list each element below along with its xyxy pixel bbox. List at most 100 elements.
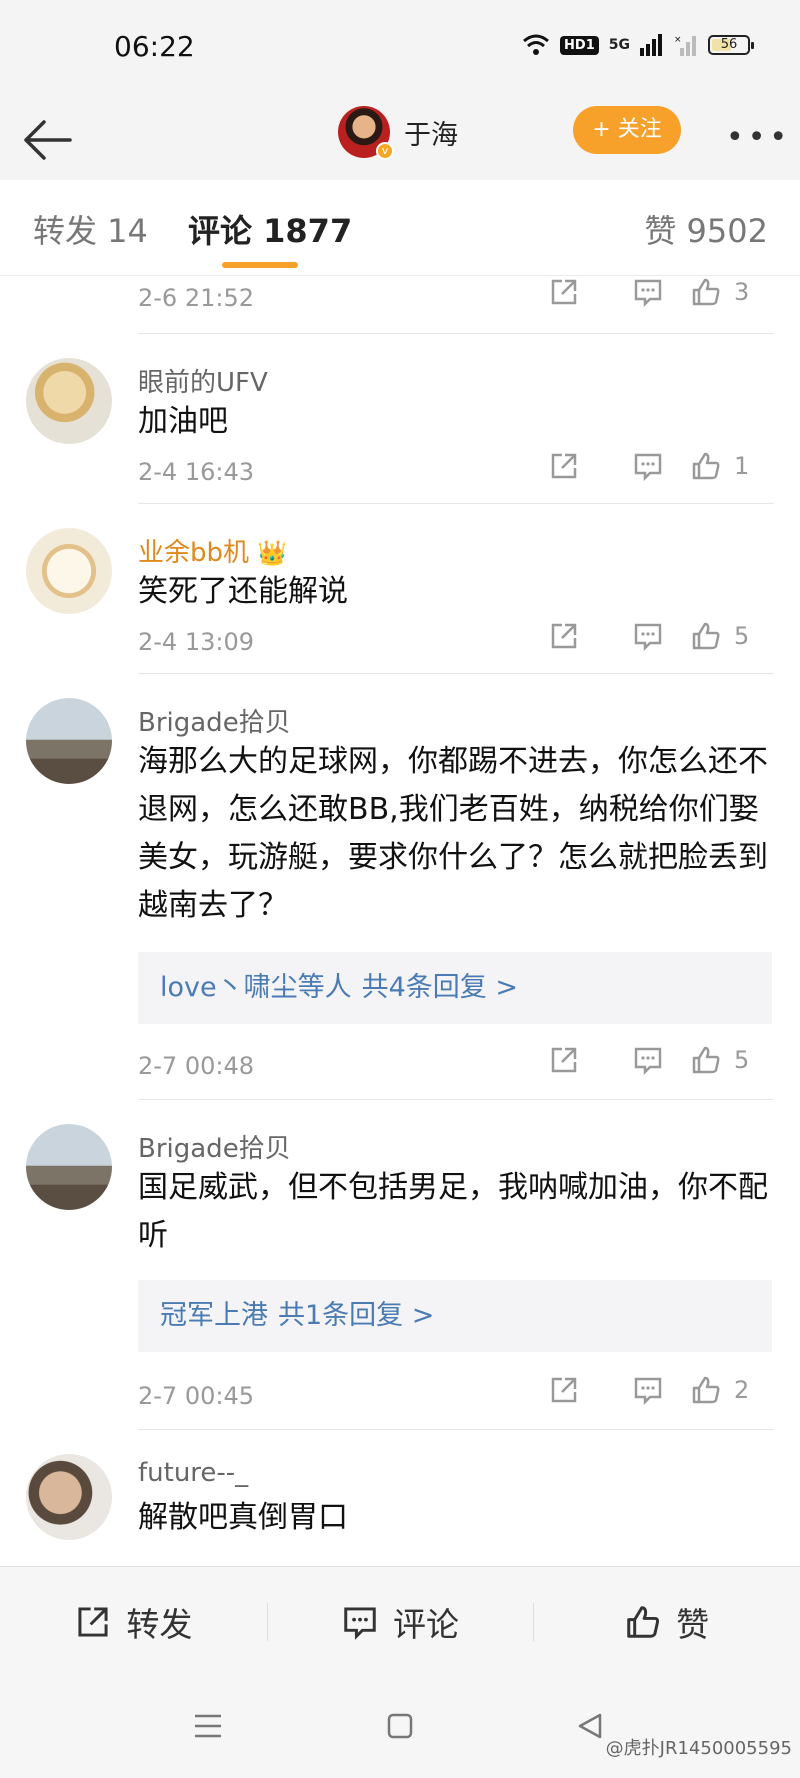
follow-button[interactable]: + 关注 xyxy=(573,106,681,154)
like-post-button[interactable]: 赞 xyxy=(533,1567,800,1676)
reply-button[interactable] xyxy=(606,620,690,652)
forward-button[interactable] xyxy=(522,450,606,482)
like-count: 3 xyxy=(734,278,750,306)
status-icons: HD1 5G × 56 xyxy=(522,34,754,56)
list-item: 业余bb机 👑 笑死了还能解说 2-4 13:09 5 xyxy=(0,504,800,674)
comment-list[interactable]: 2-6 21:52 3 眼前的UFV 加油吧 2-4 16:43 1 业余bb机… xyxy=(0,276,800,1566)
home-button[interactable] xyxy=(380,1706,420,1746)
system-nav-bar: @虎扑JR1450005595 xyxy=(0,1676,800,1778)
thumbs-up-icon xyxy=(692,1376,720,1404)
square-icon xyxy=(387,1713,413,1739)
like-button[interactable]: 3 xyxy=(690,276,774,308)
comment-author[interactable]: 眼前的UFV xyxy=(138,362,268,399)
forward-button[interactable] xyxy=(522,620,606,652)
comment-text: 国足威武，但不包括男足，我呐喊加油，你不配听 xyxy=(138,1170,768,1253)
like-count: 5 xyxy=(734,1046,750,1074)
thumbs-up-icon xyxy=(692,452,720,480)
comment-text: 解散吧真倒胃口 xyxy=(138,1500,348,1535)
reply-count: 共4条回复 > xyxy=(361,972,519,1003)
forward-button[interactable] xyxy=(522,1044,606,1076)
forward-button[interactable] xyxy=(522,1374,606,1406)
comment-icon xyxy=(634,623,662,652)
watermark: @虎扑JR1450005595 xyxy=(605,1738,792,1759)
reply-button[interactable] xyxy=(606,1044,690,1076)
comment-text: 笑死了还能解说 xyxy=(138,574,348,609)
forward-button[interactable] xyxy=(522,276,606,308)
comment-icon xyxy=(634,279,662,308)
battery-indicator: 56 xyxy=(708,35,754,55)
arrow-left-icon xyxy=(24,120,72,160)
menu-icon xyxy=(195,1714,221,1738)
menu-button[interactable] xyxy=(188,1706,228,1746)
like-button[interactable]: 2 xyxy=(690,1374,774,1406)
reply-names: love丶啸尘等人 xyxy=(160,972,352,1003)
thumbs-up-icon xyxy=(627,1605,660,1638)
post-header: v 于海 + 关注 ••• xyxy=(0,100,800,180)
comment-author[interactable]: Brigade拾贝 xyxy=(138,702,291,739)
reply-button[interactable] xyxy=(606,1374,690,1406)
like-button[interactable]: 1 xyxy=(690,450,774,482)
avatar[interactable] xyxy=(26,1454,112,1540)
reply-count: 共1条回复 > xyxy=(278,1300,435,1331)
avatar[interactable]: v xyxy=(338,106,394,160)
reply-names: 冠军上港 xyxy=(160,1300,268,1331)
tab-bar: 转发 14 评论 1877 赞 9502 xyxy=(0,180,800,276)
like-count: 1 xyxy=(734,452,750,480)
comment-label: 评论 xyxy=(393,1604,459,1644)
list-item: Brigade拾贝 海那么大的足球网，你都踢不进去，你怎么还不退网，怎么还敢BB… xyxy=(0,674,800,1100)
svg-text:×: × xyxy=(674,35,682,45)
thumbs-up-icon xyxy=(692,278,720,306)
forward-post-button[interactable]: 转发 xyxy=(0,1567,267,1676)
comment-time: 2-7 00:48 xyxy=(138,1052,254,1080)
share-icon xyxy=(551,1047,577,1073)
like-button[interactable]: 5 xyxy=(690,620,774,652)
comment-time: 2-4 13:09 xyxy=(138,628,254,656)
list-item: Brigade拾贝 国足威武，但不包括男足，我呐喊加油，你不配听 冠军上港 共1条… xyxy=(0,1100,800,1430)
comment-icon xyxy=(634,1377,662,1406)
comment-time: 2-6 21:52 xyxy=(138,284,254,312)
comment-icon xyxy=(344,1606,376,1640)
thumbs-up-icon xyxy=(692,622,720,650)
tab-indicator xyxy=(222,262,298,268)
status-time: 06:22 xyxy=(114,30,195,63)
back-button[interactable] xyxy=(18,110,78,170)
hd-badge: HD1 xyxy=(560,35,599,55)
avatar[interactable] xyxy=(26,358,112,444)
reply-button[interactable] xyxy=(606,276,690,308)
comment-author[interactable]: 业余bb机 👑 xyxy=(138,532,287,569)
signal-2-icon: × xyxy=(674,35,696,56)
verified-badge-icon: v xyxy=(376,142,394,160)
comment-icon xyxy=(634,1047,662,1076)
share-icon xyxy=(551,623,577,649)
tab-comments[interactable]: 评论 1877 xyxy=(188,206,352,252)
reply-button[interactable] xyxy=(606,450,690,482)
avatar[interactable] xyxy=(26,698,112,784)
signal-icon xyxy=(640,34,662,56)
reply-preview[interactable]: love丶啸尘等人 共4条回复 > xyxy=(138,952,772,1024)
comment-text: 海那么大的足球网，你都踢不进去，你怎么还不退网，怎么还敢BB,我们老百姓，纳税给… xyxy=(138,744,768,923)
avatar[interactable] xyxy=(26,528,112,614)
list-item: future--_ 解散吧真倒胃口 xyxy=(0,1430,800,1566)
comment-author[interactable]: Brigade拾贝 xyxy=(138,1128,291,1165)
comment-author[interactable]: future--_ xyxy=(138,1458,248,1488)
weibo-comments-page: 06:22 HD1 5G × 56 v 于海 + 关注 ••• 转发 14 评论… xyxy=(0,0,800,1778)
more-icon[interactable]: ••• xyxy=(726,120,791,155)
bottom-action-bar: 转发 评论 赞 xyxy=(0,1566,800,1676)
tab-likes[interactable]: 赞 9502 xyxy=(644,206,768,252)
page-title: 于海 xyxy=(404,119,458,151)
list-item: 2-6 21:52 3 xyxy=(0,276,800,334)
share-icon xyxy=(551,279,577,305)
header-user[interactable]: v 于海 xyxy=(338,106,458,160)
comment-icon xyxy=(634,453,662,482)
avatar[interactable] xyxy=(26,1124,112,1210)
share-icon xyxy=(551,1377,577,1403)
like-count: 2 xyxy=(734,1376,750,1404)
reply-preview[interactable]: 冠军上港 共1条回复 > xyxy=(138,1280,772,1352)
comment-post-button[interactable]: 评论 xyxy=(266,1567,534,1676)
list-item: 眼前的UFV 加油吧 2-4 16:43 1 xyxy=(0,334,800,504)
tab-forward[interactable]: 转发 14 xyxy=(33,206,148,252)
network-label: 5G xyxy=(608,37,630,53)
like-button[interactable]: 5 xyxy=(690,1044,774,1076)
battery-level: 56 xyxy=(720,37,738,52)
back-nav-button[interactable] xyxy=(570,1706,610,1746)
